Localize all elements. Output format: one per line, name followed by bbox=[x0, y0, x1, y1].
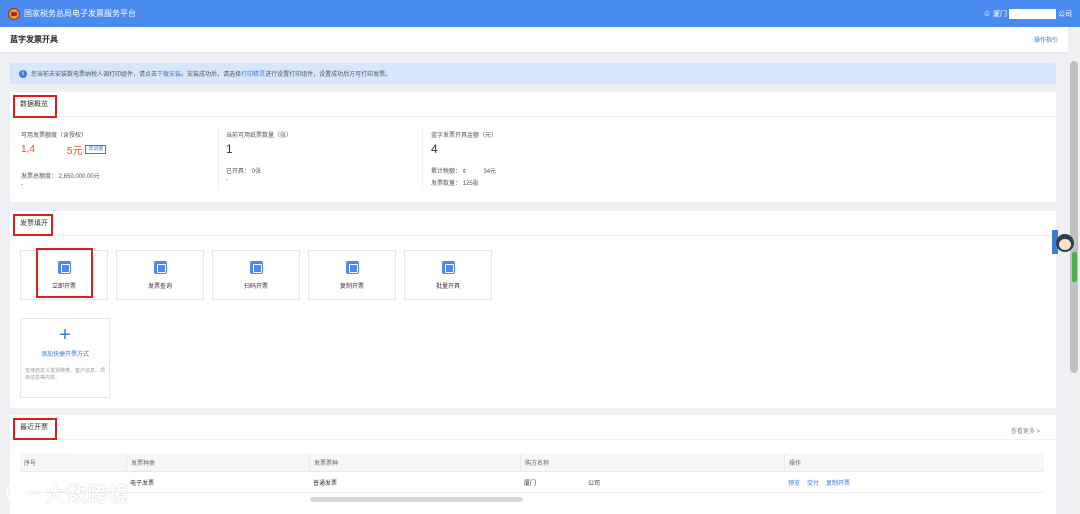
quota-value-mask bbox=[34, 144, 67, 155]
user-name-suffix: 公司 bbox=[1058, 10, 1072, 18]
issued-count-dash: - bbox=[226, 177, 228, 183]
scan-icon bbox=[249, 260, 263, 274]
card-header: 数据概览 bbox=[10, 92, 1056, 117]
copy-issue-link[interactable]: 复制开票 bbox=[826, 478, 850, 487]
notice-text-3: 进行设置打印组件，设置成功后方可打印发票。 bbox=[265, 72, 392, 78]
user-menu[interactable]: ☺ 厦门 公司 bbox=[982, 8, 1072, 19]
watermark: ●● 大数跨境 bbox=[6, 478, 130, 507]
buyer-name-end: 公司 bbox=[588, 480, 601, 487]
notice-text-2: 。安装成功后，请选择 bbox=[181, 72, 242, 78]
highlight-box bbox=[13, 418, 57, 440]
highlight-box bbox=[36, 248, 93, 298]
copy-issue-tile[interactable]: 复制开票 bbox=[308, 250, 396, 300]
total-quota: 发票总额度： 2,650,000.00元 bbox=[21, 174, 100, 180]
cumulative-tax: 累计税额： ¢ 34元 bbox=[431, 166, 497, 175]
issued-amount-block: 蓝字发票开具金额（元） 4 累计税额： ¢ 34元 发票数量： 125张 bbox=[431, 130, 497, 187]
user-name-mask bbox=[1009, 8, 1056, 19]
quota-value-start: 1,4 bbox=[21, 144, 35, 155]
available-quota-block: 可用发票额度（含授权） 1,4 5元 去调整 发票总额度： 2,650,000.… bbox=[21, 130, 107, 188]
tile-label: 发票查询 bbox=[147, 283, 172, 290]
deliver-link[interactable]: 交付 bbox=[807, 478, 819, 487]
tile-label: 扫码开票 bbox=[243, 283, 268, 290]
copy-icon bbox=[345, 260, 359, 274]
user-icon: ☺ bbox=[982, 9, 991, 18]
buyer-name-start: 厦门 bbox=[524, 480, 537, 487]
invoice-query-tile[interactable]: 发票查询 bbox=[116, 250, 204, 300]
invoice-type-cell: 电子发票 bbox=[130, 480, 155, 487]
add-shortcut-label: 添加快捷开票方式 bbox=[40, 352, 89, 358]
assistant-status-bar bbox=[1072, 252, 1077, 282]
preview-link[interactable]: 预览 bbox=[788, 478, 800, 487]
plus-icon: + bbox=[59, 324, 71, 346]
top-bar: 国家税务总局电子发票服务平台 ☺ 厦门 公司 bbox=[0, 0, 1080, 27]
platform-title: 国家税务总局电子发票服务平台 bbox=[24, 9, 136, 18]
card-header: 最近开票 bbox=[10, 415, 1056, 440]
scan-issue-tile[interactable]: 扫码开票 bbox=[212, 250, 300, 300]
paper-invoice-label: 当前可用纸票数量（张） bbox=[226, 133, 293, 139]
total-quota-dash: - bbox=[21, 182, 23, 188]
print-component-notice: i 您当前未安装数电票纳税人调打印组件，请点击 下载安装 。安装成功后，请选择 … bbox=[10, 63, 1056, 84]
view-more-link[interactable]: 查看更多 > bbox=[1011, 426, 1040, 435]
operation-guide-link[interactable]: 操作指引 bbox=[1034, 35, 1058, 44]
available-quota-value: 1,4 5元 去调整 bbox=[21, 142, 107, 157]
invoice-issue-card: 发票填开 立即开票 发票查询 扫码开票 复制开票 批量开具 + 添加快捷开票方式… bbox=[10, 211, 1056, 408]
batch-issue-tile[interactable]: 批量开具 bbox=[404, 250, 492, 300]
tile-label: 复制开票 bbox=[339, 283, 364, 290]
user-name-prefix: 厦门 bbox=[993, 10, 1007, 18]
data-overview-card: 数据概览 可用发票额度（含授权） 1,4 5元 去调整 发票总额度： 2,650… bbox=[10, 92, 1056, 202]
column-header: 发票种类 bbox=[126, 453, 309, 471]
watermark-logo-icon bbox=[6, 483, 24, 502]
column-header: 操作 bbox=[784, 453, 1044, 471]
watermark-text: 大数跨境 bbox=[45, 484, 130, 506]
invoice-kind-cell: 普通发票 bbox=[313, 480, 338, 487]
adjust-quota-button[interactable]: 去调整 bbox=[85, 145, 107, 154]
available-quota-label: 可用发票额度（含授权） bbox=[21, 133, 88, 139]
divider bbox=[218, 128, 219, 190]
recent-invoices-table: 序号 发票种类 发票票种 购方名称 操作 电子发票 普通发票 厦门 公司 预览 … bbox=[20, 453, 1044, 493]
cumulative-tax-start: 累计税额： ¢ bbox=[431, 169, 467, 175]
tax-emblem-icon bbox=[8, 7, 20, 20]
watermark-dots: ●● bbox=[28, 488, 40, 497]
card-header: 发票填开 bbox=[10, 211, 1056, 236]
page-title: 蓝字发票开具 bbox=[10, 35, 58, 44]
page-header: 蓝字发票开具 操作指引 bbox=[0, 27, 1068, 53]
notice-text-1: 您当前未安装数电票纳税人调打印组件，请点击 bbox=[31, 72, 158, 78]
cumulative-tax-end: 34元 bbox=[483, 169, 497, 175]
column-header: 购方名称 bbox=[520, 453, 784, 471]
query-icon bbox=[153, 260, 167, 274]
issued-amount-value: 4 bbox=[431, 142, 438, 156]
tile-label: 批量开具 bbox=[435, 283, 460, 290]
paper-invoice-value: 1 bbox=[226, 142, 233, 156]
highlight-box bbox=[13, 95, 57, 118]
invoice-count: 发票数量： 125张 bbox=[431, 181, 479, 187]
buyer-name-cell: 厦门 公司 bbox=[520, 472, 784, 492]
quota-value-end: 5元 bbox=[66, 146, 83, 157]
issued-count: 已开具： 0张 bbox=[226, 169, 262, 175]
add-shortcut-desc: 支持自定义发票种类、客户信息、项目信息等内容。 bbox=[25, 368, 106, 381]
actions-cell: 预览 交付 复制开票 bbox=[784, 472, 1044, 492]
highlight-box bbox=[13, 214, 53, 236]
info-icon: i bbox=[19, 69, 27, 78]
table-header: 序号 发票种类 发票票种 购方名称 操作 bbox=[20, 453, 1044, 472]
batch-icon bbox=[441, 260, 455, 274]
divider bbox=[422, 128, 423, 190]
column-header: 序号 bbox=[24, 460, 37, 467]
recent-invoices-card: 最近开票 查看更多 > 序号 发票种类 发票票种 购方名称 操作 电子发票 普通… bbox=[10, 415, 1056, 514]
download-install-link[interactable]: 下载安装 bbox=[157, 69, 181, 78]
column-header: 发票票种 bbox=[309, 453, 520, 471]
mascot-face-icon bbox=[1056, 234, 1074, 252]
horizontal-scrollbar[interactable] bbox=[310, 497, 523, 502]
scrollbar-thumb[interactable] bbox=[1070, 61, 1078, 373]
paper-invoice-block: 当前可用纸票数量（张） 1 已开具： 0张 - bbox=[226, 130, 292, 183]
add-shortcut-tile[interactable]: + 添加快捷开票方式 支持自定义发票种类、客户信息、项目信息等内容。 bbox=[20, 318, 110, 398]
table-row[interactable]: 电子发票 普通发票 厦门 公司 预览 交付 复制开票 bbox=[20, 472, 1044, 493]
print-wizard-link[interactable]: 打印精灵 bbox=[241, 69, 265, 78]
issued-amount-label: 蓝字发票开具金额（元） bbox=[431, 133, 498, 139]
